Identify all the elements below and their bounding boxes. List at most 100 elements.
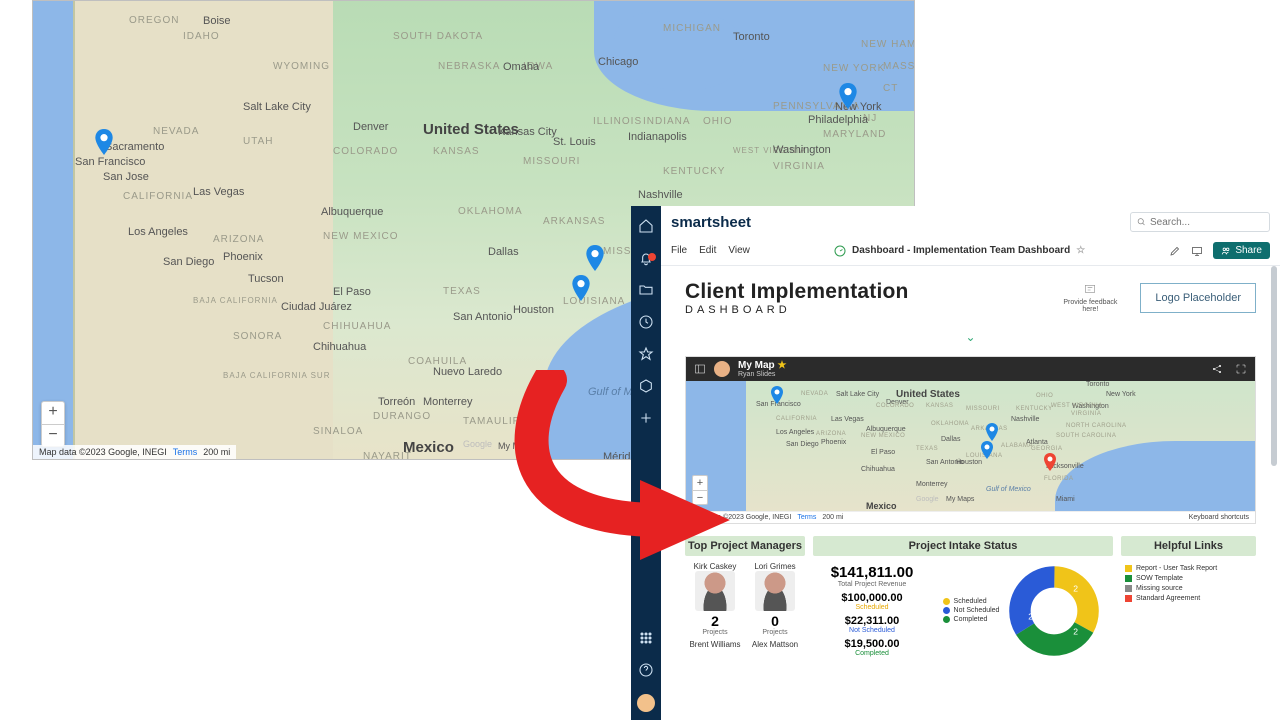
mini-city: Dallas <box>941 436 960 443</box>
not-scheduled-value: $22,311.00 <box>817 615 927 627</box>
favorite-star-icon[interactable]: ☆ <box>1076 245 1085 256</box>
keyboard-shortcuts-link[interactable]: Keyboard shortcuts <box>1189 514 1249 521</box>
share-button[interactable]: Share <box>1213 242 1270 259</box>
mini-pin[interactable] <box>986 423 998 441</box>
map-pin-sacramento[interactable] <box>95 129 113 155</box>
edit-pencil-icon[interactable] <box>1169 245 1181 257</box>
help-icon[interactable] <box>638 662 654 678</box>
scrollbar-thumb[interactable] <box>1271 266 1277 466</box>
apps-grid-icon[interactable] <box>638 630 654 646</box>
state-label: WYOMING <box>273 61 330 72</box>
state-label: ILLINOIS <box>593 116 642 127</box>
present-icon[interactable] <box>1191 245 1203 257</box>
home-icon[interactable] <box>638 218 654 234</box>
mini-state: West Virginia <box>1051 403 1103 409</box>
city-label: Denver <box>353 121 388 133</box>
city-label: Dallas <box>488 246 519 258</box>
state-label: OREGON <box>129 15 179 26</box>
city-label: Tucson <box>248 273 284 285</box>
share-map-icon[interactable] <box>1211 363 1223 375</box>
mini-pin-red[interactable] <box>1044 453 1056 471</box>
city-label: El Paso <box>333 286 371 298</box>
completed-value: $19,500.00 <box>817 638 927 650</box>
star-icon[interactable] <box>638 346 654 362</box>
link-item[interactable]: Standard Agreement <box>1125 595 1252 602</box>
link-item[interactable]: Missing source <box>1125 585 1252 592</box>
city-label: Monterrey <box>423 396 473 408</box>
avatar[interactable] <box>637 694 655 712</box>
state-label: OKLAHOMA <box>458 206 523 217</box>
city-label: Chihuahua <box>313 341 366 353</box>
clock-icon[interactable] <box>638 314 654 330</box>
mini-state: Georgia <box>1031 446 1063 452</box>
map-data-label: Map data ©2023 Google, INEGI <box>39 447 167 457</box>
menu-file[interactable]: File <box>671 245 687 256</box>
link-item[interactable]: SOW Template <box>1125 575 1252 582</box>
state-label: ARIZONA <box>213 234 264 245</box>
mini-state: Kansas <box>926 403 953 409</box>
state-label: SOUTH DAKOTA <box>393 31 483 42</box>
feedback-icon <box>1083 283 1097 297</box>
not-scheduled-label: Not Scheduled <box>817 627 927 634</box>
svg-text:2: 2 <box>1074 583 1079 593</box>
map-title: My Map <box>738 360 775 371</box>
mini-city: Monterrey <box>916 481 948 488</box>
map-pin-newyork[interactable] <box>839 83 857 109</box>
mini-country-label: Mexico <box>866 501 897 511</box>
intake-kpis: $141,811.00 Total Project Revenue $100,0… <box>817 564 927 657</box>
state-label: KANSAS <box>433 146 480 157</box>
map-pin-mississippi[interactable] <box>586 245 604 271</box>
chart-legend: Scheduled Not Scheduled Completed <box>943 596 1000 625</box>
mini-state: Nevada <box>801 391 828 397</box>
zoom-in-button[interactable]: + <box>42 402 64 424</box>
city-label: Chicago <box>598 56 638 68</box>
mini-state: North Carolina <box>1066 423 1127 429</box>
mini-pin[interactable] <box>981 441 993 459</box>
mini-state: Virginia <box>1071 411 1101 417</box>
manager-name[interactable]: Alex Mattson <box>749 640 801 649</box>
menubar: File Edit View Dashboard - Implementatio… <box>661 238 1280 266</box>
mini-state: Florida <box>1044 476 1074 482</box>
manager-photo <box>755 571 795 611</box>
collapse-chevron-icon[interactable]: ⌄ <box>661 326 1280 352</box>
state-label: MARYLAND <box>823 129 886 140</box>
link-item[interactable]: Report - User Task Report <box>1125 565 1252 572</box>
search-box[interactable] <box>1130 212 1270 232</box>
state-label: NEW MEXICO <box>323 231 399 242</box>
widget-helpful-links: Helpful Links Report - User Task Report … <box>1121 536 1256 665</box>
folder-icon[interactable] <box>638 282 654 298</box>
zoom-out-button[interactable]: − <box>42 424 64 446</box>
city-label: San Francisco <box>75 156 145 168</box>
state-label: SINALOA <box>313 426 363 437</box>
scrollbar[interactable] <box>1271 266 1277 686</box>
mini-terms-link[interactable]: Terms <box>797 514 816 521</box>
city-label: Albuquerque <box>321 206 383 218</box>
embedded-map[interactable]: United States Mexico Gulf of Mexico My M… <box>686 381 1255 511</box>
fullscreen-icon[interactable] <box>1235 363 1247 375</box>
manager-card[interactable]: Kirk Caskey 2 Projects <box>689 562 741 636</box>
manager-label: Projects <box>749 629 801 636</box>
legend-item: Scheduled <box>954 598 987 605</box>
city-label: Los Angeles <box>128 226 188 238</box>
mini-pin[interactable] <box>771 386 783 404</box>
manager-card[interactable]: Lori Grimes 0 Projects <box>749 562 801 636</box>
mini-city: Chihuahua <box>861 466 895 473</box>
manager-name[interactable]: Brent Williams <box>689 640 741 649</box>
city-label: Ciudad Juárez <box>281 301 352 313</box>
state-label: TEXAS <box>443 286 481 297</box>
search-input[interactable] <box>1150 217 1263 228</box>
city-label: Toronto <box>733 31 770 43</box>
feedback-widget[interactable]: Provide feedback here! <box>1060 283 1120 313</box>
dashboard-type-icon <box>834 245 846 257</box>
donut-chart: 2 2 2 <box>1009 566 1099 656</box>
map-pin-louisiana[interactable] <box>572 275 590 301</box>
map-terms-link[interactable]: Terms <box>173 447 198 457</box>
menu-view[interactable]: View <box>728 245 750 256</box>
map-zoom-controls: + − <box>41 401 65 447</box>
manager-name: Lori Grimes <box>749 562 801 571</box>
state-label: NEW HAMPSHIRE <box>861 39 915 50</box>
menu-edit[interactable]: Edit <box>699 245 716 256</box>
city-label: Houston <box>513 304 554 316</box>
manager-photo <box>695 571 735 611</box>
state-label: NEBRASKA <box>438 61 500 72</box>
